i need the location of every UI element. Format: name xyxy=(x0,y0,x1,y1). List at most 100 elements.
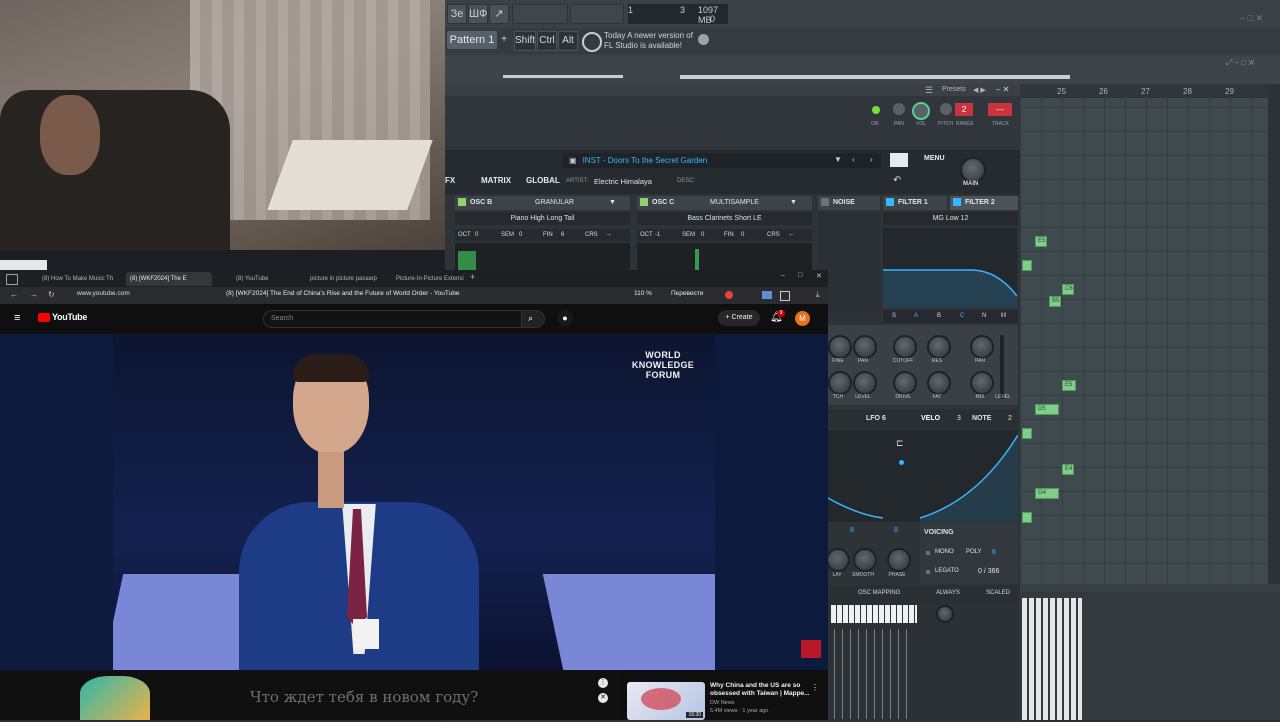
osc-b-wavetable[interactable]: Piano High Long Tail xyxy=(455,212,630,225)
legato-toggle[interactable] xyxy=(926,570,930,574)
shift-key-button[interactable]: Shift xyxy=(514,31,536,51)
browser-tab-5[interactable]: Picture-In-Picture Extensi xyxy=(392,272,468,286)
level-knob[interactable] xyxy=(853,371,877,395)
fl-tempo-display[interactable] xyxy=(512,4,568,24)
browser-tab-4[interactable]: picture in picture расшир xyxy=(306,272,386,286)
browser-close[interactable]: ✕ xyxy=(816,272,822,280)
youtube-search-input[interactable]: Search xyxy=(263,310,523,328)
video-frame[interactable] xyxy=(113,334,715,670)
note-block[interactable] xyxy=(1022,512,1032,523)
route-s[interactable]: S xyxy=(892,310,896,323)
mapping-knob[interactable] xyxy=(936,605,954,623)
cutoff-knob[interactable] xyxy=(893,335,917,359)
fl-globe-icon[interactable] xyxy=(698,34,709,45)
lfo-rate-row[interactable]: 8 8 xyxy=(828,524,920,538)
osc-c-wavetable-display[interactable] xyxy=(637,243,812,271)
banner-text[interactable]: Что ждет тебя в новом году? xyxy=(250,688,478,706)
presets-label[interactable]: Presets xyxy=(942,86,966,93)
osc-c-wavetable[interactable]: Bass Clarinets Short LE xyxy=(637,212,812,225)
extension-icon-red[interactable] xyxy=(725,291,733,299)
note-block[interactable]: D5 xyxy=(1035,404,1059,415)
osc-b-dropdown-icon[interactable]: ▼ xyxy=(609,196,616,210)
forward-icon[interactable]: → xyxy=(30,290,38,299)
note-block[interactable]: G4 xyxy=(1035,488,1059,499)
banner-close-icon[interactable]: ✕ xyxy=(598,693,608,703)
tab-actions-icon[interactable] xyxy=(6,274,18,285)
noise-header[interactable]: NOISE xyxy=(818,196,880,210)
preset-next-icon[interactable]: › xyxy=(870,155,873,164)
update-info-icon[interactable] xyxy=(582,32,602,52)
filter-1-header[interactable]: FILTER 1 xyxy=(883,196,947,210)
filter-routing[interactable]: S A B C N ‖‖ xyxy=(883,310,1018,323)
channel-watermark-icon[interactable] xyxy=(801,640,821,658)
translate-button[interactable]: Перевести xyxy=(671,290,703,297)
osc-b-crs-value[interactable]: -- xyxy=(607,229,611,241)
filter-response-display[interactable] xyxy=(883,228,1018,308)
filter-2-toggle[interactable] xyxy=(953,198,961,207)
browser-maximize[interactable]: □ xyxy=(798,272,802,279)
pitch-knob[interactable] xyxy=(940,103,952,115)
channel-window-controls[interactable]: – ✕ xyxy=(996,85,1009,94)
youtube-logo-icon[interactable] xyxy=(38,313,50,322)
fat-knob[interactable] xyxy=(927,371,951,395)
note-block[interactable] xyxy=(1022,428,1032,439)
update-notice[interactable]: Today A newer version of FL Studio is av… xyxy=(604,31,693,51)
download-icon[interactable]: ⤓ xyxy=(816,290,820,300)
osc-c-dropdown-icon[interactable]: ▼ xyxy=(790,196,797,210)
fine-knob[interactable] xyxy=(828,335,852,359)
serum-menu-grid-icon[interactable] xyxy=(890,153,908,167)
note-block[interactable]: C6 xyxy=(1062,284,1074,295)
fl-pattern-display[interactable] xyxy=(570,4,624,24)
osc-c-header[interactable]: OSC C MULTISAMPLE ▼ xyxy=(637,196,812,210)
route-b[interactable]: B xyxy=(937,310,941,323)
minimize-icon[interactable]: – □ ✕ xyxy=(1240,13,1263,23)
mixer-track-value[interactable]: --- xyxy=(988,103,1012,116)
osc-mapping-label[interactable]: OSC MAPPING xyxy=(858,590,900,596)
filter-pan-knob[interactable] xyxy=(970,335,994,359)
voice-search-icon[interactable]: ● xyxy=(557,310,573,326)
osc-b-mode[interactable]: GRANULAR xyxy=(535,196,574,210)
recommended-video-title[interactable]: Why China and the US are so obsessed wit… xyxy=(710,682,810,698)
delay-knob[interactable] xyxy=(826,548,850,572)
pattern-selector[interactable]: Pattern 1 xyxy=(447,31,497,49)
preset-prev-icon[interactable]: ‹ xyxy=(852,155,855,164)
alt-key-button[interactable]: Alt xyxy=(558,31,578,51)
smooth-knob[interactable] xyxy=(853,548,877,572)
serum-menu-button[interactable]: MENU xyxy=(924,155,945,162)
filter-type[interactable]: MG Low 12 xyxy=(883,212,1018,225)
filter-2-header[interactable]: FILTER 2 xyxy=(950,196,1018,210)
lfo-6-tab[interactable]: LFO 6 xyxy=(866,410,886,428)
preset-nav-arrows[interactable]: ◀ ▶ xyxy=(973,86,986,94)
browser-tab-1[interactable]: (8) How To Make Music Th xyxy=(38,272,120,286)
filter-link-icon[interactable]: ‖‖ xyxy=(1001,310,1006,323)
osc-c-toggle[interactable] xyxy=(640,198,648,207)
preset-save-icon[interactable]: ▣ xyxy=(563,156,583,165)
banner-info-icon[interactable]: ⋮ xyxy=(598,678,608,688)
osc-c-params[interactable]: OCT -1 SEM 0 FIN 0 CRS -- xyxy=(637,229,812,241)
noise-toggle[interactable] xyxy=(821,198,829,207)
osc-b-params[interactable]: OCT 0 SEM 0 FIN 6 CRS -- xyxy=(455,229,630,241)
filter-level-slider[interactable] xyxy=(1000,335,1004,399)
extension-icon[interactable] xyxy=(780,291,790,301)
preset-dropdown-icon[interactable]: ▼ xyxy=(834,155,842,164)
lfo-shape-dot[interactable] xyxy=(899,460,904,465)
osc-c-oct-value[interactable]: -1 xyxy=(655,229,660,241)
osc-b-wavetable-display[interactable] xyxy=(455,243,630,271)
channel-on-led[interactable] xyxy=(872,106,880,114)
mini-keyboard[interactable] xyxy=(831,605,917,623)
add-pattern-button[interactable]: + xyxy=(499,31,509,49)
note-block[interactable]: E5 xyxy=(1035,236,1047,247)
note-block[interactable]: B5 xyxy=(1049,296,1061,307)
fl-toolbar-icon-1[interactable]: Зе xyxy=(447,4,467,24)
piano-keys[interactable] xyxy=(1022,598,1082,720)
osc-c-sem-value[interactable]: 0 xyxy=(701,229,704,241)
osc-b-header[interactable]: OSC B GRANULAR ▼ xyxy=(455,196,630,210)
always-label[interactable]: ALWAYS xyxy=(936,590,960,596)
osc-b-toggle[interactable] xyxy=(458,198,466,207)
lfo-shape-icon[interactable]: ⊏ xyxy=(896,438,904,449)
mix-knob[interactable] xyxy=(970,371,994,395)
piano-roll-area[interactable] xyxy=(1020,592,1280,720)
pan-knob-osc[interactable] xyxy=(853,335,877,359)
master-volume-knob[interactable] xyxy=(960,157,986,183)
tab-fx[interactable]: FX xyxy=(445,176,455,185)
